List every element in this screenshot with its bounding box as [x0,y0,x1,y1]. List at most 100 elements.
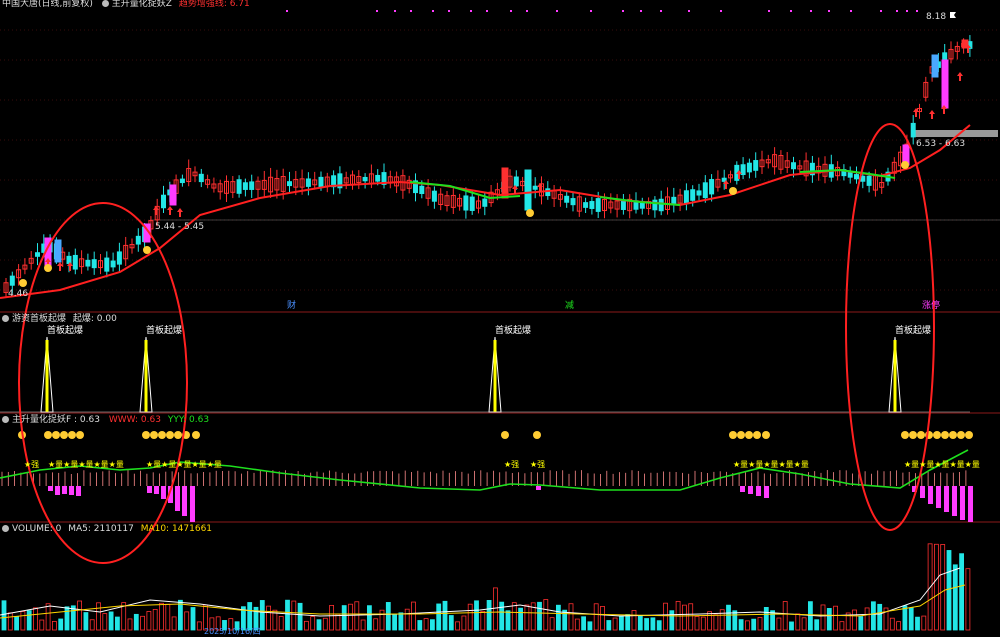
money-bag-icon [526,209,534,217]
volume-bar [39,619,45,631]
vol-ma5-label: MA5: 2110117 [68,524,134,534]
volume-bar [329,604,335,631]
volume-bar [864,607,870,631]
breakout-candle [931,54,939,78]
candle-body [589,201,595,209]
volume-bar [946,550,952,631]
main-price-panel[interactable] [0,12,973,299]
event-dot [376,10,378,12]
candle-body [860,175,866,182]
event-dot [556,10,558,12]
money-bag-icon [957,431,965,439]
event-dot [688,10,690,12]
signal-spike-bar [45,340,49,412]
volume-bar [858,616,864,631]
volume-bar [7,612,13,631]
volume-bar [688,603,694,631]
volume-bar [102,613,108,631]
osc-line [0,449,969,491]
volume-bar [436,603,442,631]
signal-spike-bar [493,340,497,412]
volume-bar [549,617,555,631]
money-bag-icon [533,431,541,439]
volume-bar [152,609,158,631]
candle-body [110,260,116,268]
yyy-label: YYY: 0.63 [167,415,210,425]
volume-bar [776,617,782,631]
volume-bar [511,602,517,631]
candle-body [249,181,255,190]
volume-bar [259,600,265,631]
osc-hist-bar [147,486,152,493]
osc-hist-bar [920,486,925,498]
volume-bar [871,601,876,631]
candle-body [419,185,425,195]
volume-bar [322,617,328,631]
candle-body [658,198,664,212]
volume-bar [814,619,820,631]
settings-dot-icon[interactable] [101,0,109,7]
event-dot [790,10,792,12]
stock-chart-stage[interactable] [0,0,1000,633]
osc-panel-header: 主升量化捉妖F : 0.63 WWW: 0.63 YYY: 0.63 [2,415,209,426]
volume-bar [852,609,857,631]
volume-bar [631,610,637,631]
volume-bar [108,611,114,631]
volume-bar [499,601,505,631]
candle-body [469,196,475,211]
candle-body [463,195,469,211]
volume-bar [713,614,719,631]
volume-bar [625,614,631,631]
event-dot [286,10,288,12]
breakout-candle [941,59,949,109]
volume-bar [127,618,133,631]
tag-reduce[interactable]: 减 [565,301,574,312]
candle-body [91,259,97,269]
volume-bar [707,611,712,631]
volume-bar [606,620,612,631]
osc-hist-bar [76,486,81,496]
volume-bar [650,617,656,631]
volume-bar [663,602,668,631]
candle-body [702,182,708,199]
event-dot [486,10,488,12]
www-label: WWW: 0.63 [108,415,161,425]
volume-bar [373,618,379,631]
volume-bar [20,611,26,631]
volume-bar [360,619,366,631]
candle-body [198,173,204,183]
volume-bar [581,616,586,631]
volume-bar [757,617,763,631]
event-dot [880,10,882,12]
tag-finance[interactable]: 财 [287,301,296,312]
up-arrow-icon [57,262,63,271]
money-bag-icon [949,431,957,439]
event-dot [410,10,412,12]
money-bag-icon [933,431,941,439]
settings-dot-icon[interactable] [2,315,9,322]
osc-hist-bar [936,486,941,508]
settings-dot-icon[interactable] [2,416,9,423]
candle-body [709,179,715,195]
volume-bar [826,608,832,631]
volume-bar [537,601,542,631]
volume-bar [908,607,914,631]
volume-bar [442,600,448,631]
signal-panel[interactable] [0,336,970,413]
tag-limit-up[interactable]: 涨停 [922,301,940,312]
volume-bar [524,604,530,631]
volume-bar [398,612,404,631]
main-panel-header: 中国大唐(日线,前复权) 主升量化捉妖Z 趋势增强线: 6.71 [2,0,250,10]
settings-dot-icon[interactable] [2,525,9,532]
event-dot [432,10,434,12]
money-bag-icon [60,431,68,439]
range-label-1: 5.44 - 5.45 [155,222,205,232]
money-bag-icon [901,161,909,169]
osc-hist-bar [952,486,957,516]
up-arrow-icon [913,108,919,117]
signal-label-2: 首板起爆 [146,326,183,336]
volume-panel[interactable] [0,543,971,631]
oscillator-panel[interactable] [0,431,973,522]
volume-bar [335,613,341,631]
money-bag-icon [192,431,200,439]
